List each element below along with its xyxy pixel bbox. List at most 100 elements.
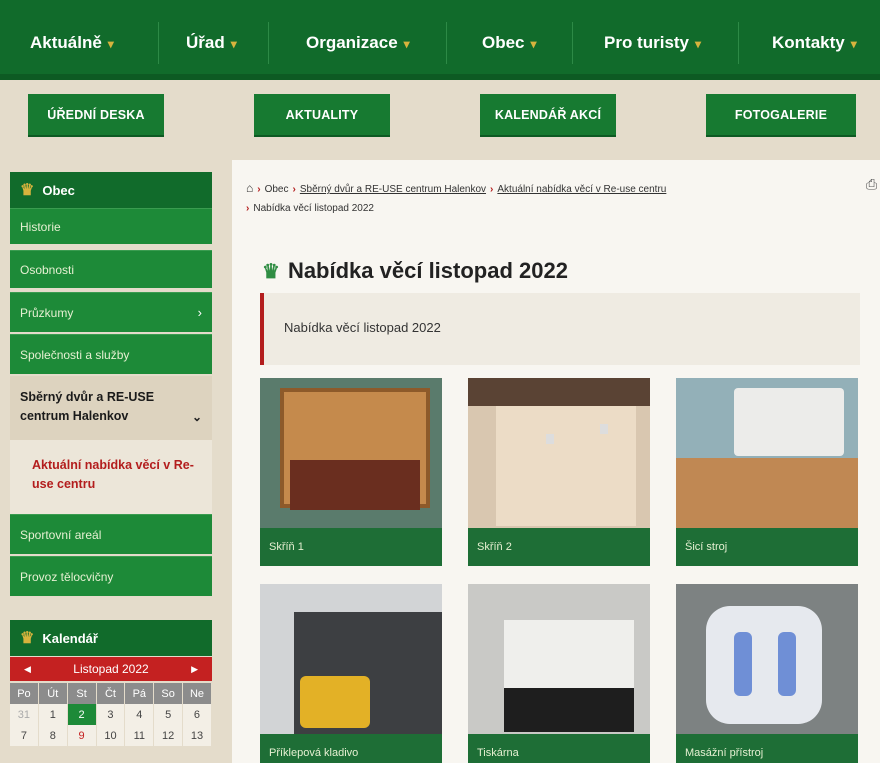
photo-printer [504, 620, 634, 688]
nav-item-aktualne[interactable]: Aktuálně ▾ [30, 33, 114, 53]
gallery-caption: Masážní přístroj [676, 734, 858, 763]
nav-divider [738, 22, 739, 64]
weekday-label: Čt [96, 683, 126, 704]
chevron-down-icon: ▾ [107, 37, 114, 51]
gallery-item[interactable]: Šicí stroj [676, 378, 858, 566]
sidebar-item-provoz-telocvicny[interactable]: Provoz tělocvičny [10, 556, 212, 596]
nav-item-urad[interactable]: Úřad ▾ [186, 33, 237, 53]
intro-block: Nabídka věcí listopad 2022 [260, 293, 860, 365]
calendar-week: 31 1 2 3 4 5 6 [10, 704, 212, 725]
photo-massager-detail [778, 632, 796, 696]
top-navigation: Aktuálně ▾ Úřad ▾ Organizace ▾ Obec ▾ Pro tu… [0, 0, 880, 80]
chevron-down-icon: ▾ [695, 37, 702, 51]
calendar-title: ♛ Kalendář [10, 620, 212, 656]
breadcrumb-separator-icon: › [246, 203, 250, 214]
breadcrumb-link-sberny-dvur[interactable]: Sběrný dvůr a RE-USE centrum Halenkov [300, 184, 486, 195]
calendar-month-bar: ◀ Listopad 2022 ▶ [10, 657, 212, 681]
calendar-month-label: Listopad 2022 [73, 662, 149, 676]
calendar-day[interactable]: 6 [183, 704, 212, 725]
gallery-item[interactable]: Masážní přístroj [676, 584, 858, 763]
calendar-day[interactable]: 31 [10, 704, 39, 725]
nav-item-organizace[interactable]: Organizace ▾ [306, 33, 410, 53]
nav-item-kontakty[interactable]: Kontakty ▾ [772, 33, 857, 53]
page-title: ♛ Nabídka věcí listopad 2022 [262, 258, 568, 283]
chevron-down-icon: ▾ [403, 37, 410, 51]
photo-hinge [546, 434, 554, 444]
photo-drill [300, 676, 370, 728]
calendar-grid: Po Út St Čt Pá So Ne 31 1 2 3 4 5 6 7 8 … [10, 683, 212, 746]
calendar-week: 7 8 9 10 11 12 13 [10, 725, 212, 746]
calendar-day-today[interactable]: 2 [67, 704, 97, 725]
kalendar-akci-button[interactable]: KALENDÁŘ AKCÍ [480, 94, 616, 135]
chevron-down-icon: ▾ [850, 37, 857, 51]
calendar-day[interactable]: 5 [154, 704, 184, 725]
weekday-label: So [154, 683, 184, 704]
sidebar-item-sberny-dvur[interactable]: Sběrný dvůr a RE-USE centrum Halenkov ⌄ [10, 376, 212, 440]
chevron-down-icon: ▾ [230, 37, 237, 51]
nav-divider [572, 22, 573, 64]
sidebar-item-osobnosti[interactable]: Osobnosti [10, 250, 212, 288]
quick-links-bar: ÚŘEDNÍ DESKA AKTUALITY KALENDÁŘ AKCÍ FOT… [0, 80, 880, 150]
calendar-prev-arrow-icon[interactable]: ◀ [24, 664, 31, 675]
uredni-deska-button[interactable]: ÚŘEDNÍ DESKA [28, 94, 164, 135]
calendar-day[interactable]: 1 [39, 704, 68, 725]
photo-cabinet-inside [496, 406, 636, 526]
calendar-day-event[interactable]: 9 [68, 725, 97, 746]
sidebar-item-sportovni-areal[interactable]: Sportovní areál [10, 514, 212, 554]
breadcrumb-current: Nabídka věcí listopad 2022 [253, 203, 374, 214]
gallery-item[interactable]: Příklepová kladivo [260, 584, 442, 763]
breadcrumb-link-obec[interactable]: Obec [265, 184, 289, 195]
weekday-label: Pá [125, 683, 155, 704]
intro-text: Nabídka věcí listopad 2022 [284, 320, 441, 335]
gallery-item[interactable]: Skříň 1 [260, 378, 442, 566]
sidebar-subitem-aktualni-nabidka[interactable]: Aktuální nabídka věcí v Re-use centru [10, 440, 212, 514]
crown-icon: ♛ [262, 260, 280, 283]
photo-massager [706, 606, 822, 724]
gallery-item[interactable]: Tiskárna [468, 584, 650, 763]
calendar-day[interactable]: 10 [97, 725, 126, 746]
calendar-day[interactable]: 12 [154, 725, 184, 746]
weekday-label: St [67, 683, 97, 704]
chevron-down-icon: ▾ [530, 37, 537, 51]
print-icon[interactable]: ⎙ [866, 176, 877, 193]
sidebar-title: ♛ Obec [10, 172, 212, 208]
photo-sewing-machine [734, 388, 844, 456]
breadcrumb-separator-icon: › [292, 184, 296, 195]
nav-item-obec[interactable]: Obec ▾ [482, 33, 537, 53]
sidebar-item-historie[interactable]: Historie [10, 208, 212, 244]
calendar-day[interactable]: 11 [125, 725, 155, 746]
fotogalerie-button[interactable]: FOTOGALERIE [706, 94, 856, 135]
gallery-caption: Šicí stroj [676, 528, 858, 566]
sidebar-item-spolecnosti[interactable]: Společnosti a služby [10, 334, 212, 374]
sidebar-item-pruzkumy[interactable]: Průzkumy › [10, 292, 212, 332]
photo-hinge [600, 424, 608, 434]
nav-divider [268, 22, 269, 64]
chevron-right-icon: › [197, 305, 202, 320]
weekday-label: Po [10, 683, 39, 704]
nav-item-pro-turisty[interactable]: Pro turisty ▾ [604, 33, 701, 53]
weekday-label: Út [38, 683, 68, 704]
calendar-weekdays: Po Út St Čt Pá So Ne [10, 683, 212, 704]
photo-printer-base [504, 688, 634, 732]
aktuality-button[interactable]: AKTUALITY [254, 94, 390, 135]
home-icon[interactable]: ⌂ [246, 181, 253, 195]
calendar-next-arrow-icon[interactable]: ▶ [191, 664, 198, 675]
chevron-down-icon: ⌄ [191, 410, 202, 424]
calendar-day[interactable]: 13 [183, 725, 212, 746]
calendar-day[interactable]: 4 [125, 704, 155, 725]
calendar-day[interactable]: 8 [39, 725, 68, 746]
gallery-item[interactable]: Skříň 2 [468, 378, 650, 566]
gallery-caption: Tiskárna [468, 734, 650, 763]
photo-massager-detail [734, 632, 752, 696]
crown-icon: ♛ [20, 182, 35, 199]
breadcrumb-link-aktualni-nabidka[interactable]: Aktuální nabídka věcí v Re-use centru [497, 184, 666, 195]
gallery-caption: Příklepová kladivo [260, 734, 442, 763]
breadcrumb: ⌂ › Obec › Sběrný dvůr a RE-USE centrum Hale… [246, 179, 846, 218]
breadcrumb-separator-icon: › [257, 184, 261, 195]
crown-icon: ♛ [20, 630, 35, 647]
calendar-day[interactable]: 7 [10, 725, 39, 746]
nav-divider [446, 22, 447, 64]
gallery-caption: Skříň 1 [260, 528, 442, 566]
weekday-label: Ne [183, 683, 212, 704]
calendar-day[interactable]: 3 [97, 704, 126, 725]
